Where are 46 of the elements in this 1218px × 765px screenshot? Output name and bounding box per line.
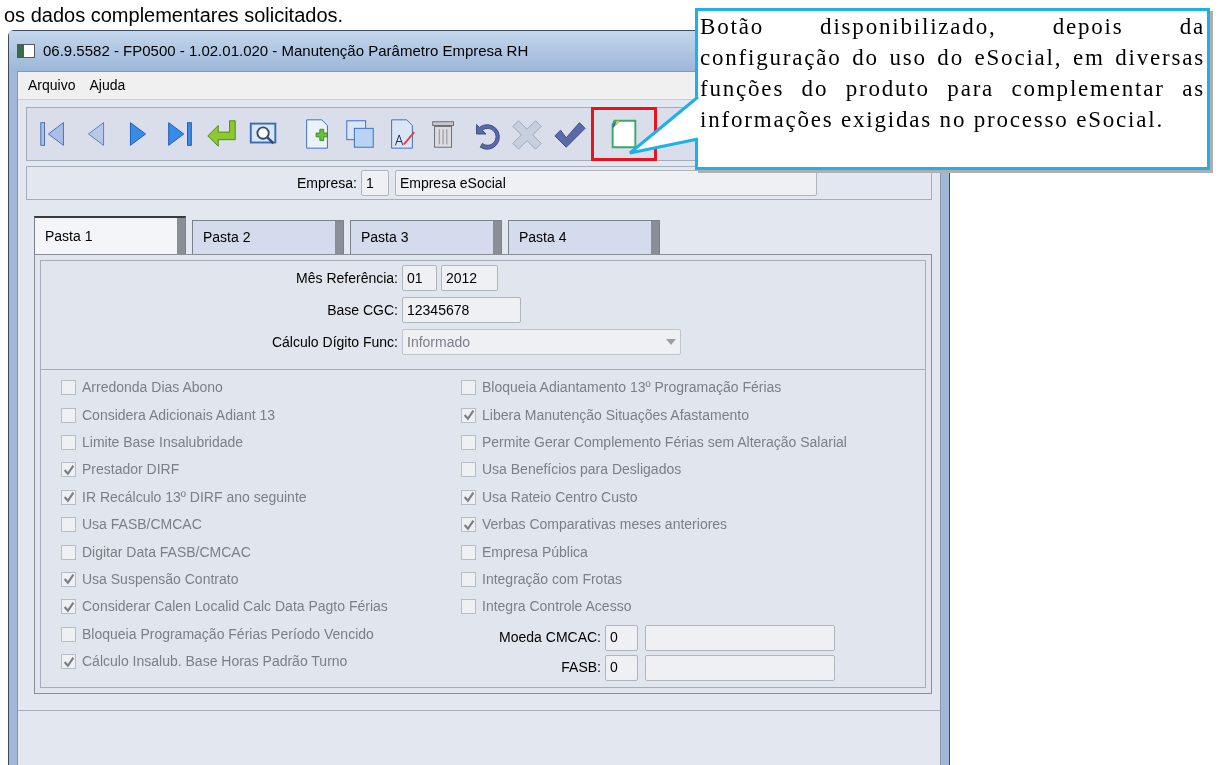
callout-text: Botão disponibilizado, depois da configuração do uso do eSocial, em diversas funções do produto para complementar as informações exigidas no processo eSocial. bbox=[700, 13, 1205, 134]
cgc-field[interactable]: 12345678 bbox=[402, 297, 521, 323]
field-label: FASB: bbox=[560, 658, 601, 677]
checkbox-label: Bloqueia Adiantamento 13º Programação Férias bbox=[482, 378, 782, 398]
company-name-field[interactable]: Empresa eSocial bbox=[394, 170, 817, 196]
code-field[interactable]: 0 bbox=[605, 624, 638, 651]
field-label: Base CGC: bbox=[326, 300, 398, 320]
menu-item[interactable]: Ajuda bbox=[89, 75, 126, 96]
description-field[interactable] bbox=[645, 654, 835, 681]
checkbox-label: Usa FASB/CMCAC bbox=[82, 515, 202, 535]
checkbox-label: Usa Rateio Centro Custo bbox=[482, 487, 638, 507]
app-icon bbox=[17, 44, 35, 58]
checkbox-label: Usa Benefícios para Desligados bbox=[482, 460, 682, 480]
code-field[interactable]: 0 bbox=[605, 654, 638, 681]
tab[interactable]: Pasta 4 bbox=[508, 220, 660, 254]
checkbox-label: Prestador DIRF bbox=[82, 460, 180, 480]
tab[interactable]: Pasta 2 bbox=[192, 220, 344, 254]
tab[interactable]: Pasta 3 bbox=[350, 220, 502, 254]
checkbox-label: Libera Manutenção Situações Afastamento bbox=[482, 405, 749, 425]
field-label: Mês Referência: bbox=[295, 268, 398, 288]
month-field[interactable]: 01 bbox=[402, 265, 437, 291]
checkbox-label: Permite Gerar Complemento Férias sem Alteração Salarial bbox=[482, 432, 847, 452]
menu-item[interactable]: Arquivo bbox=[28, 75, 76, 96]
checkbox-label: Integração com Frotas bbox=[482, 569, 623, 589]
checkbox-label: IR Recálculo 13º DIRF ano seguinte bbox=[82, 487, 307, 507]
field-label: Moeda CMCAC: bbox=[498, 628, 601, 647]
checkbox-label: Digitar Data FASB/CMCAC bbox=[82, 542, 251, 562]
checkbox-label: Considera Adicionais Adiant 13 bbox=[82, 405, 276, 425]
field-label: Cálculo Dígito Func: bbox=[270, 332, 398, 352]
field-label: Empresa: bbox=[297, 173, 357, 193]
dropdown-arrow-icon bbox=[666, 339, 676, 345]
company-code-field[interactable]: 1 bbox=[360, 170, 389, 196]
checkbox-label: Verbas Comparativas meses anteriores bbox=[482, 515, 728, 535]
checkbox-label: Integra Controle Acesso bbox=[482, 597, 632, 617]
description-field[interactable] bbox=[645, 624, 835, 651]
checkbox-label: Empresa Pública bbox=[482, 542, 588, 562]
checkbox-label: Arredonda Dias Abono bbox=[82, 378, 223, 398]
checkbox-label: Cálculo Insalub. Base Horas Padrão Turno bbox=[82, 652, 348, 672]
year-field[interactable]: 2012 bbox=[441, 265, 498, 291]
caption-text: os dados complementares solicitados. bbox=[4, 3, 344, 28]
checkbox-label: Bloqueia Programação Férias Período Vencido bbox=[82, 624, 374, 644]
tab[interactable]: Pasta 1 bbox=[34, 216, 186, 254]
window-title: 06.9.5582 - FP0500 - 1.02.01.020 - Manutenção Parâmetro Empresa RH bbox=[43, 40, 529, 61]
checkbox-label: Usa Suspensão Contrato bbox=[82, 569, 239, 589]
checkbox-label: Limite Base Insalubridade bbox=[82, 432, 244, 452]
checkbox-label: Considerar Calen Localid Calc Data Pagto Férias bbox=[82, 597, 388, 617]
